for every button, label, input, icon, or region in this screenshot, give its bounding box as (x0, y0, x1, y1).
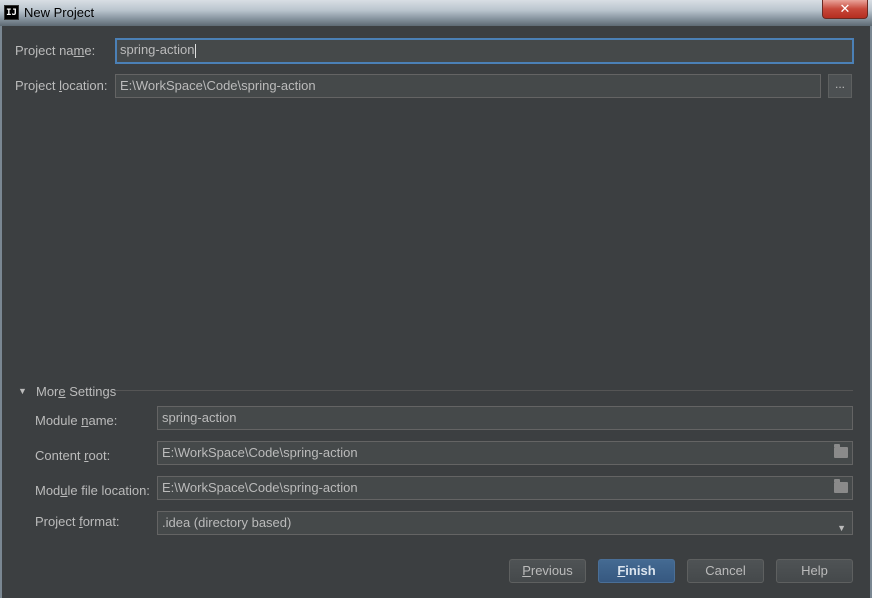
text-caret (195, 43, 197, 58)
project-format-label: Project format: (35, 514, 120, 529)
chevron-down-icon: ▼ (837, 523, 846, 533)
project-location-input[interactable]: E:\WorkSpace\Code\spring-action (115, 74, 821, 98)
project-name-input[interactable]: spring-action (115, 38, 854, 64)
module-file-location-input[interactable]: E:\WorkSpace\Code\spring-action (157, 476, 853, 500)
window-title: New Project (24, 5, 95, 20)
folder-icon[interactable] (834, 479, 848, 493)
more-settings-label[interactable]: More Settings (36, 384, 116, 399)
module-file-location-label: Module file location: (35, 483, 150, 498)
window-titlebar: IJ New Project ✕ (0, 0, 872, 26)
cancel-button[interactable]: Cancel (687, 559, 764, 583)
previous-button[interactable]: Previous (509, 559, 586, 583)
content-root-input[interactable]: E:\WorkSpace\Code\spring-action (157, 441, 853, 465)
more-settings-toggle[interactable]: ▼ (18, 386, 27, 396)
close-button[interactable]: ✕ (822, 0, 868, 19)
section-divider (116, 390, 853, 391)
content-root-label: Content root: (35, 448, 111, 463)
folder-icon[interactable] (834, 444, 848, 458)
module-name-label: Module name: (35, 413, 118, 428)
triangle-down-icon: ▼ (18, 386, 27, 396)
finish-button[interactable]: Finish (598, 559, 675, 583)
window-frame-left (0, 26, 2, 598)
module-name-input[interactable]: spring-action (157, 406, 853, 430)
project-name-label: Project name: (15, 43, 96, 58)
intellij-app-icon: IJ (4, 5, 19, 20)
browse-location-button[interactable]: ... (828, 74, 852, 98)
help-button[interactable]: Help (776, 559, 853, 583)
close-icon: ✕ (839, 1, 851, 16)
project-location-label: Project location: (15, 78, 108, 93)
project-format-select[interactable]: .idea (directory based) ▼ (157, 511, 853, 535)
